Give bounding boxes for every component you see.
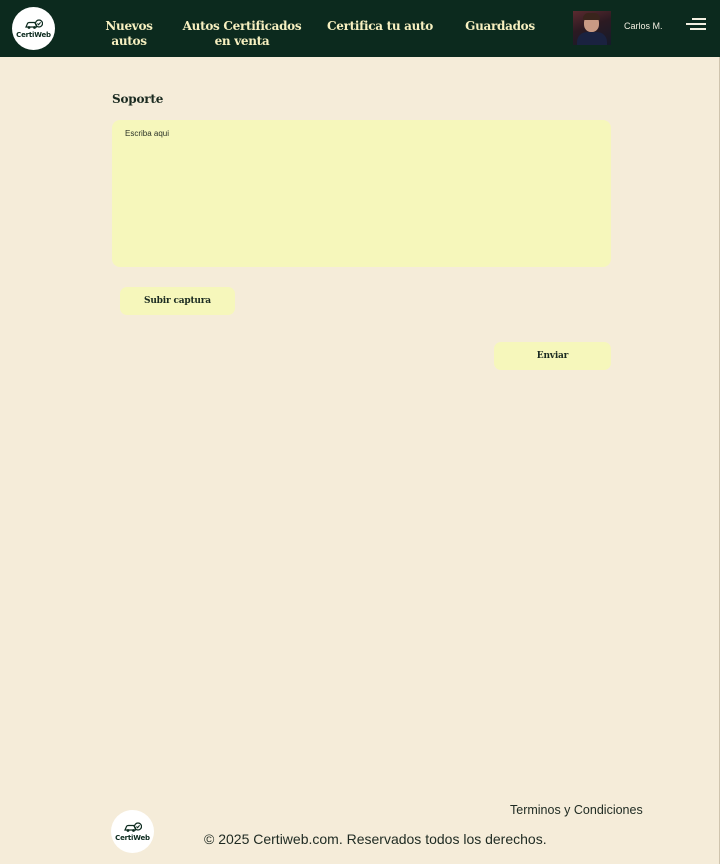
certiweb-logo[interactable]: CertiWeb [12,7,55,50]
footer-logo[interactable]: CertiWeb [111,810,154,853]
car-check-icon [24,18,43,29]
footer-logo-text: CertiWeb [115,833,150,842]
hamburger-menu-icon[interactable] [686,18,706,32]
user-avatar[interactable] [573,11,611,45]
support-message-input[interactable] [112,120,611,267]
nav-certifica-tu-auto[interactable]: Certifica tu auto [326,19,434,34]
upload-screenshot-button[interactable]: Subir captura [120,287,235,315]
logo-text: CertiWeb [16,30,51,39]
copyright-text: © 2025 Certiweb.com. Reservados todos lo… [204,831,547,847]
page-title: Soporte [112,92,164,106]
car-check-icon [123,821,142,832]
send-button[interactable]: Enviar [494,342,611,370]
terms-link[interactable]: Terminos y Condiciones [510,803,643,817]
nav-autos-certificados[interactable]: Autos Certificados en venta [178,19,306,49]
user-name[interactable]: Carlos M. [624,21,663,31]
nav-nuevos-autos[interactable]: Nuevos autos [86,19,172,49]
top-nav-bar: CertiWeb Nuevos autos Autos Certificados… [0,0,720,57]
nav-guardados[interactable]: Guardados [460,19,540,34]
